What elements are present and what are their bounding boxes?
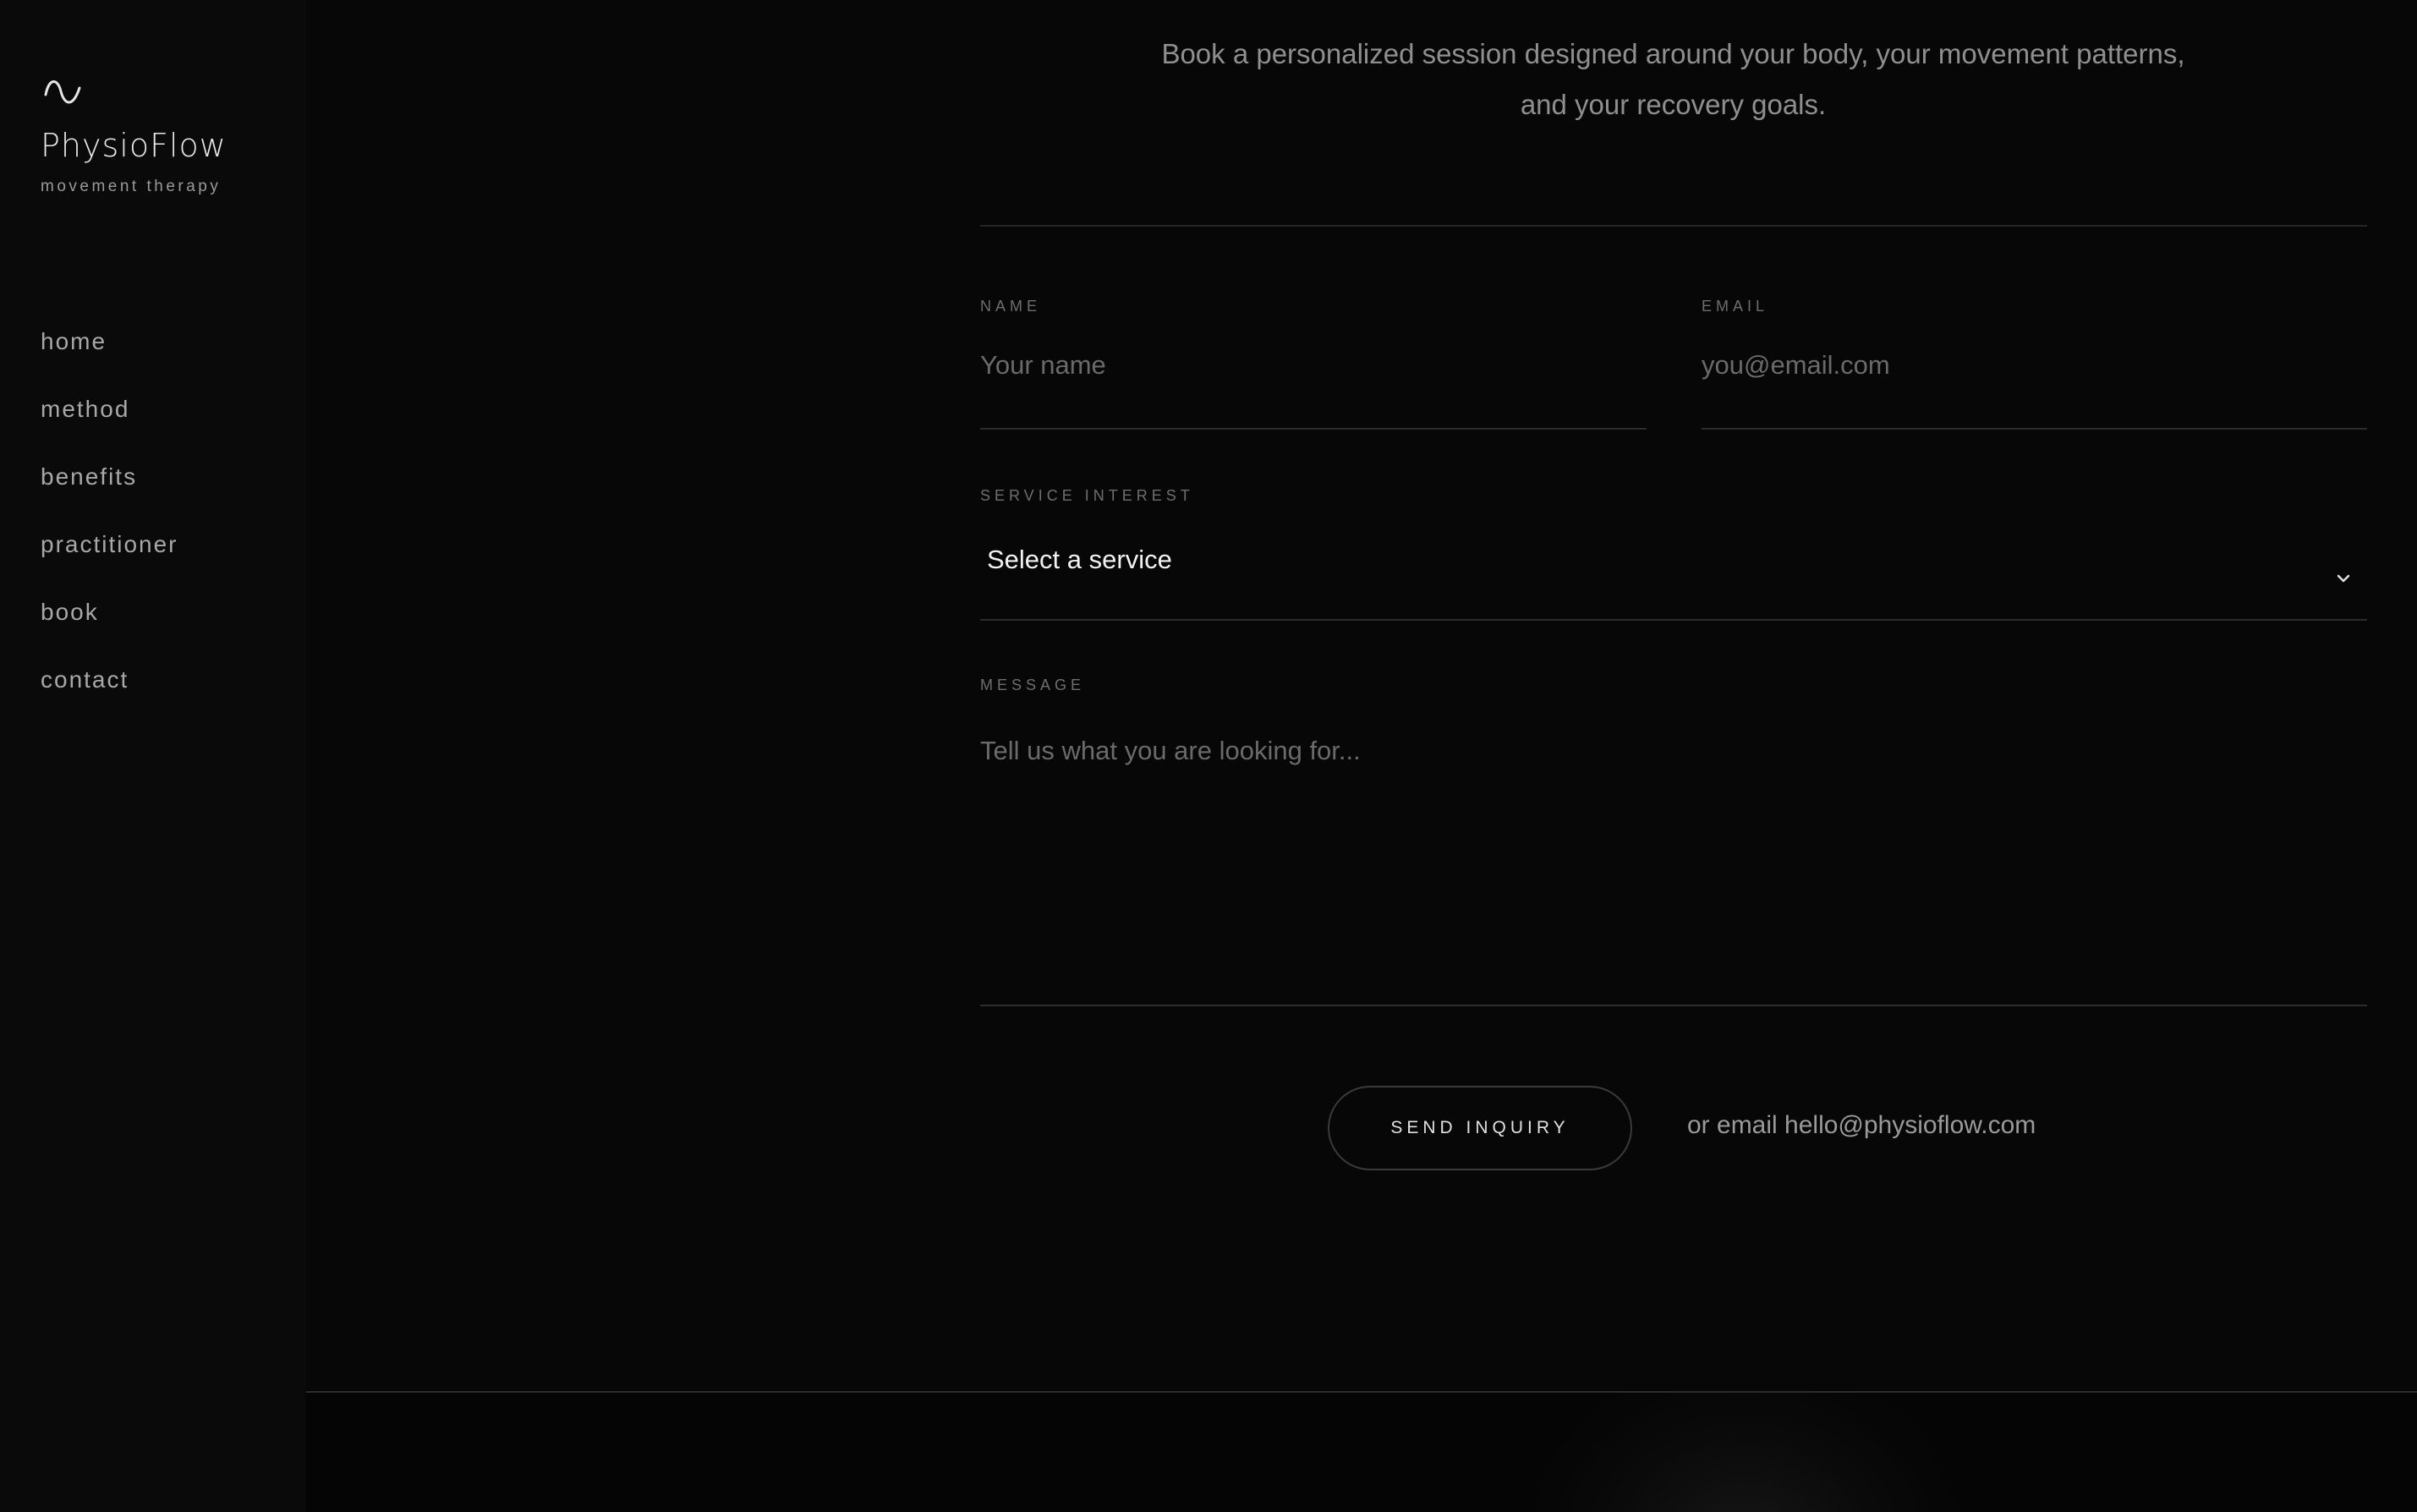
booking-section: Book a personalized session designed aro…	[306, 0, 2417, 1512]
brand-name[interactable]: PhysioFlow	[41, 127, 227, 164]
nav-item-contact[interactable]: contact	[41, 660, 178, 727]
service-label: SERVICE INTEREST	[980, 487, 1194, 504]
send-inquiry-button[interactable]: SEND INQUIRY	[1328, 1086, 1632, 1170]
email-label: EMAIL	[1702, 298, 1769, 315]
message-textarea[interactable]	[980, 736, 2367, 1006]
name-label: NAME	[980, 298, 1042, 315]
email-input[interactable]	[1702, 342, 2367, 430]
chevron-down-icon	[2337, 574, 2350, 583]
name-input[interactable]	[980, 342, 1647, 430]
nav-item-book[interactable]: book	[41, 592, 178, 660]
page: PhysioFlow movement therapy home method …	[0, 0, 2417, 1512]
brand-tagline: movement therapy	[41, 178, 222, 195]
nav-item-method[interactable]: method	[41, 389, 178, 457]
nav-item-home[interactable]: home	[41, 321, 178, 389]
main-nav: home method benefits practitioner book c…	[41, 321, 178, 727]
nav-item-practitioner[interactable]: practitioner	[41, 524, 178, 592]
wave-icon[interactable]	[42, 71, 83, 112]
service-select[interactable]: Select a service	[980, 533, 2367, 621]
divider	[980, 225, 2367, 227]
nav-item-benefits[interactable]: benefits	[41, 457, 178, 524]
message-label: MESSAGE	[980, 677, 1086, 693]
alt-email-link[interactable]: or email hello@physioflow.com	[1687, 1111, 2036, 1140]
intro-text: Book a personalized session designed aro…	[1161, 38, 2185, 120]
footer-background-image	[306, 1393, 2417, 1512]
service-selected-value: Select a service	[987, 545, 1172, 574]
sidebar: PhysioFlow movement therapy home method …	[0, 0, 306, 1512]
